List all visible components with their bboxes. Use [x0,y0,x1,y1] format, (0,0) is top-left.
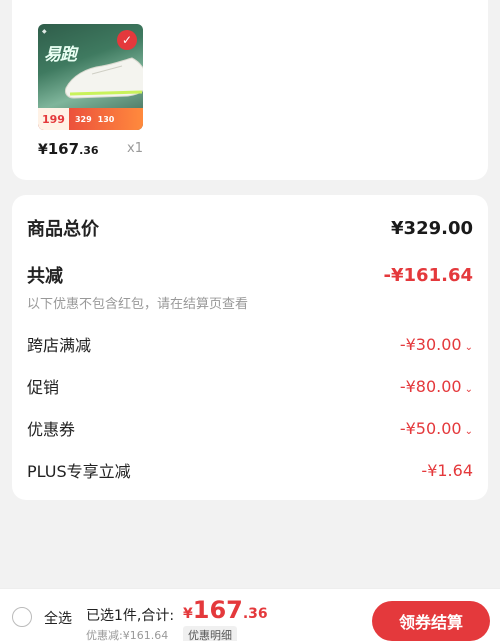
total-price: ¥167.36 [183,596,268,624]
chevron-down-icon[interactable]: ⌄ [465,342,473,353]
total-decimal: .36 [242,606,268,622]
discount-row-cross-store[interactable]: 跨店满减 -¥30.00 ⌄ [27,332,473,356]
select-all-label[interactable]: 全选 [44,608,72,628]
discount-label: 优惠券 [27,420,76,439]
product-card: ◆ 易跑 ✓ 199 329 130 ¥167.36 x1 [12,0,488,180]
selected-info: 已选1件,合计: [86,608,175,624]
price-currency: ¥ [38,142,48,158]
discount-row-plus: PLUS专享立减 -¥1.64 [27,458,473,482]
reduce-value: -¥161.64 [383,264,473,286]
product-image[interactable]: ◆ 易跑 ✓ 199 329 130 [38,24,143,130]
discount-value: -¥50.00 [399,418,462,438]
promo-price: 199 [38,108,69,130]
price-summary-card: 商品总价 ¥329.00 共减 -¥161.64 以下优惠不包含红包，请在结算页… [12,195,488,500]
total-label: 商品总价 [27,219,99,240]
checkout-button[interactable]: 领券结算 [372,601,490,641]
discount-row-coupon[interactable]: 优惠券 -¥50.00 ⌄ [27,416,473,440]
total-value: ¥329.00 [391,217,473,239]
total-currency: ¥ [183,606,193,622]
discount-value: -¥30.00 [399,334,462,354]
promo-strip: 199 329 130 [38,108,143,130]
select-all-radio[interactable] [12,607,32,627]
checkout-bar: 全选 已选1件,合计: ¥167.36 优惠减:¥161.64 优惠明细 领券结… [0,588,500,641]
product-price: ¥167.36 [38,140,99,158]
reduce-label: 共减 [27,266,63,287]
total-row: 商品总价 ¥329.00 [27,215,473,241]
discount-label: 跨店满减 [27,336,92,355]
price-decimal: .36 [79,144,99,157]
discount-note: 以下优惠不包含红包，请在结算页查看 [27,297,249,312]
discount-value: -¥1.64 [421,460,473,480]
chevron-down-icon[interactable]: ⌄ [465,426,473,437]
brand-logo: ◆ [42,28,47,35]
discount-detail-button[interactable]: 优惠明细 [183,626,237,641]
discount-row-promotion[interactable]: 促销 -¥80.00 ⌄ [27,374,473,398]
price-integer: 167 [47,140,80,158]
chevron-down-icon[interactable]: ⌄ [465,384,473,395]
total-integer: 167 [192,596,243,624]
discount-label: PLUS专享立减 [27,462,131,481]
check-icon[interactable]: ✓ [117,30,137,50]
promo-value-a: 329 [74,114,92,124]
product-quantity: x1 [127,141,143,156]
promo-value-b: 130 [97,114,115,124]
shoe-icon [65,57,143,99]
discount-info: 优惠减:¥161.64 [86,629,169,641]
reduce-row: 共减 -¥161.64 [27,262,473,288]
discount-label: 促销 [27,378,60,397]
discount-value: -¥80.00 [399,376,462,396]
